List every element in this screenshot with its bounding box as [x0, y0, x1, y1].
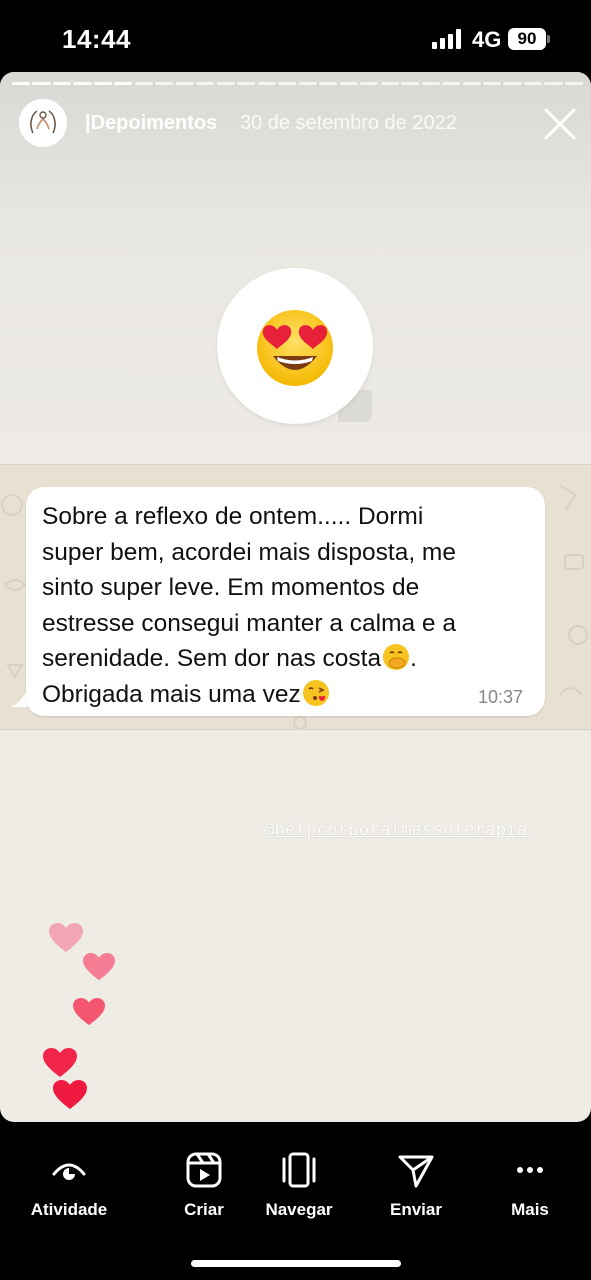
- message-text: Sobre a reflexo de ontem..... Dormi supe…: [42, 499, 522, 712]
- progress-segment: [32, 82, 51, 85]
- heart-icon: [43, 1048, 77, 1077]
- nav-create-label: Criar: [184, 1200, 224, 1219]
- nav-more-label: Mais: [511, 1200, 549, 1219]
- message-line-2: super bem, acordei mais disposta, me: [42, 538, 456, 566]
- progress-segment: [442, 82, 461, 85]
- story-progress-bar: [12, 82, 583, 85]
- message-line-5-suffix: .: [410, 645, 417, 672]
- battery-icon: 90: [508, 28, 546, 50]
- nav-more[interactable]: Mais: [496, 1150, 564, 1220]
- progress-segment: [298, 82, 317, 85]
- progress-segment: [523, 82, 543, 85]
- message-line-6: Obrigada mais uma vez: [42, 680, 301, 708]
- send-icon: [398, 1155, 434, 1188]
- message-line-4: estresse consegui manter a calma e a: [42, 609, 456, 637]
- progress-segment: [93, 82, 112, 85]
- status-bar: 14:44 4G 90: [0, 0, 591, 72]
- heart-eyes-emoji-icon: [257, 310, 333, 386]
- progress-segment: [503, 82, 522, 85]
- reels-icon: [186, 1152, 222, 1188]
- progress-segment: [175, 82, 194, 85]
- progress-segment: [483, 82, 502, 85]
- progress-segment: [257, 82, 276, 85]
- progress-segment: [52, 82, 72, 85]
- progress-segment: [564, 82, 583, 85]
- progress-segment: [134, 82, 153, 85]
- hand-over-mouth-emoji-icon: [383, 644, 410, 670]
- progress-segment: [12, 82, 31, 85]
- progress-segment: [73, 82, 92, 85]
- heart-icon: [49, 923, 83, 952]
- nav-activity[interactable]: Atividade: [24, 1150, 114, 1220]
- progress-segment: [114, 82, 133, 85]
- carousel-icon: [282, 1152, 316, 1188]
- progress-segment: [196, 82, 215, 85]
- mention-sticker[interactable]: @helpcorporalmassoterapia: [264, 820, 527, 840]
- progress-segment: [360, 82, 379, 85]
- story-date: 30 de setembro de 2022: [240, 112, 457, 134]
- nav-create[interactable]: Criar: [164, 1150, 244, 1220]
- story-viewer[interactable]: |Depoimentos 30 de setembro de 2022 Sobr…: [0, 72, 591, 1122]
- avatar-logo-icon: [20, 100, 66, 146]
- close-icon[interactable]: [542, 106, 578, 142]
- battery-tip: [547, 35, 550, 43]
- nav-browse-label: Navegar: [265, 1200, 333, 1219]
- progress-segment: [421, 82, 440, 85]
- kissing-heart-emoji-icon: [302, 679, 329, 706]
- more-icon: [517, 1167, 543, 1173]
- account-name[interactable]: |Depoimentos: [85, 112, 217, 135]
- network-label: 4G: [472, 27, 502, 52]
- chat-screenshot: Sobre a reflexo de ontem..... Dormi supe…: [0, 464, 591, 730]
- bottom-nav: Atividade Criar Navegar Enviar Mais: [0, 1122, 591, 1280]
- progress-segment: [544, 82, 563, 85]
- progress-segment: [401, 82, 420, 85]
- progress-segment: [278, 82, 297, 85]
- progress-segment: [155, 82, 174, 85]
- eye-activity-icon: [52, 1163, 86, 1180]
- nav-activity-label: Atividade: [30, 1200, 108, 1219]
- heart-icon: [83, 952, 115, 981]
- progress-segment: [380, 82, 399, 85]
- message-line-3: sinto super leve. Em momentos de: [42, 574, 420, 601]
- progress-segment: [237, 82, 256, 85]
- home-indicator[interactable]: [191, 1260, 401, 1267]
- progress-segment: [216, 82, 235, 85]
- nav-browse[interactable]: Navegar: [258, 1150, 340, 1220]
- message-line-6-wrap: Obrigada mais uma vez: [42, 677, 522, 713]
- account-avatar[interactable]: [18, 98, 68, 148]
- nav-send-label: Enviar: [390, 1200, 442, 1219]
- nav-send[interactable]: Enviar: [376, 1150, 456, 1220]
- message-line-5: serenidade. Sem dor nas costa: [42, 645, 382, 672]
- message-bubble: Sobre a reflexo de ontem..... Dormi supe…: [26, 487, 545, 716]
- signal-icon: [432, 29, 461, 49]
- clock: 14:44: [62, 24, 131, 54]
- progress-segment: [339, 82, 358, 85]
- progress-segment: [319, 82, 338, 85]
- reaction-bubble: [217, 268, 373, 424]
- message-line-1: Sobre a reflexo de ontem..... Dormi: [42, 503, 424, 530]
- message-line-5-wrap: serenidade. Sem dor nas costa.: [42, 641, 522, 677]
- heart-icon: [53, 1080, 87, 1109]
- heart-icon: [73, 997, 105, 1026]
- progress-segment: [462, 82, 481, 85]
- message-timestamp: 10:37: [478, 687, 524, 707]
